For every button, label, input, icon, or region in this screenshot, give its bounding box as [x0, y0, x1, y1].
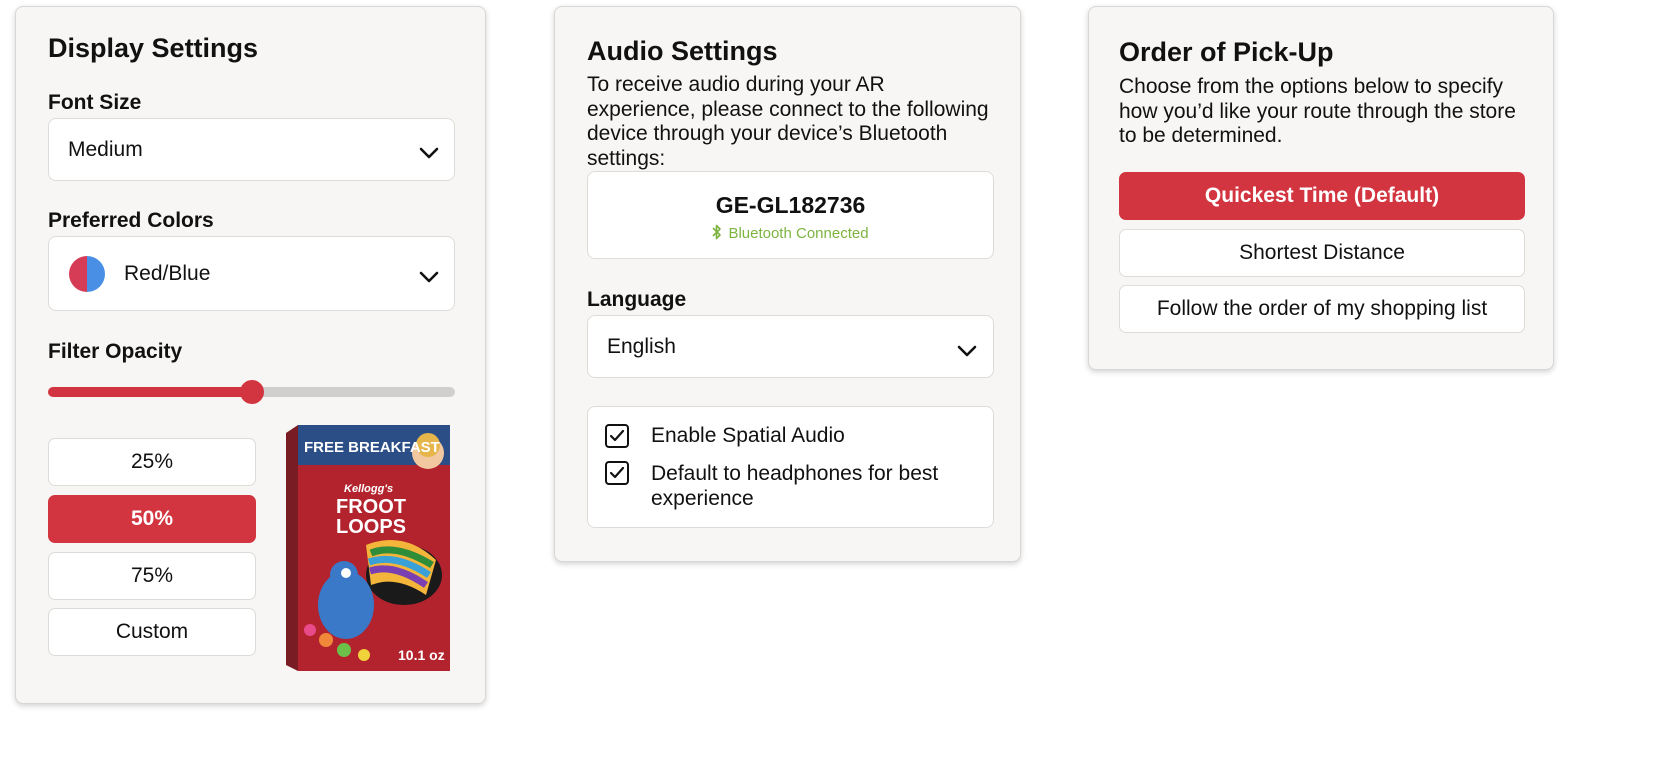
spatial-audio-label: Enable Spatial Audio: [651, 424, 845, 447]
font-size-label: Font Size: [48, 91, 142, 114]
chevron-down-icon: [957, 345, 977, 357]
cereal-box-preview: FREE BREAKFAST Kellogg's FROOT LOOPS 10.…: [286, 425, 452, 671]
opacity-option-25[interactable]: 25%: [48, 438, 256, 486]
audio-settings-title: Audio Settings: [587, 36, 778, 66]
language-select[interactable]: English: [587, 315, 994, 378]
device-status: Bluetooth Connected: [588, 224, 993, 242]
cereal-box-product: FROOT LOOPS: [336, 496, 407, 538]
display-settings-title: Display Settings: [48, 33, 259, 63]
opacity-option-50[interactable]: 50%: [48, 495, 256, 543]
pickup-order-panel: Order of Pick-Up Choose from the options…: [1088, 6, 1554, 370]
opacity-option-custom[interactable]: Custom: [48, 608, 256, 656]
device-name: GE-GL182736: [715, 192, 866, 218]
display-settings-panel: Display Settings Font Size Medium Prefer…: [15, 6, 486, 704]
opacity-slider[interactable]: [48, 380, 455, 404]
shortest-distance-option[interactable]: Shortest Distance: [1119, 229, 1525, 277]
audio-options-card: Enable Spatial Audio Default to headphon…: [587, 406, 994, 528]
color-swatch-icon: [69, 256, 105, 292]
headphones-label: Default to headphones for best experienc…: [651, 462, 939, 510]
language-value: English: [607, 335, 676, 358]
language-label: Language: [587, 288, 687, 311]
audio-settings-panel: Audio Settings To receive audio during y…: [554, 6, 1021, 562]
checkmark-icon: [609, 429, 625, 442]
pickup-description: Choose from the options below to specify…: [1119, 75, 1516, 147]
slider-thumb[interactable]: [239, 380, 264, 404]
pickup-title: Order of Pick-Up: [1119, 37, 1334, 67]
filter-opacity-label: Filter Opacity: [48, 340, 183, 363]
cereal-box-top-text: FREE BREAKFAST: [304, 439, 440, 456]
headphones-checkbox[interactable]: [605, 461, 629, 485]
bluetooth-icon: [712, 224, 722, 240]
cereal-box-size: 10.1 oz: [398, 647, 445, 663]
font-size-value: Medium: [68, 138, 143, 161]
slider-fill: [48, 387, 252, 397]
audio-description: To receive audio during your AR experien…: [587, 73, 989, 170]
opacity-option-75[interactable]: 75%: [48, 552, 256, 600]
preferred-colors-value: Red/Blue: [124, 262, 211, 285]
quickest-time-option[interactable]: Quickest Time (Default): [1119, 172, 1525, 220]
bluetooth-device-card: GE-GL182736 Bluetooth Connected: [587, 171, 994, 259]
cereal-box-brand: Kellogg's: [344, 483, 394, 495]
checkmark-icon: [609, 466, 625, 479]
chevron-down-icon: [419, 147, 439, 159]
preferred-colors-select[interactable]: Red/Blue: [48, 236, 455, 311]
chevron-down-icon: [419, 271, 439, 283]
shopping-list-order-option[interactable]: Follow the order of my shopping list: [1119, 285, 1525, 333]
font-size-select[interactable]: Medium: [48, 118, 455, 181]
spatial-audio-checkbox[interactable]: [605, 424, 629, 448]
device-status-text: Bluetooth Connected: [728, 225, 869, 242]
preferred-colors-label: Preferred Colors: [48, 209, 214, 232]
